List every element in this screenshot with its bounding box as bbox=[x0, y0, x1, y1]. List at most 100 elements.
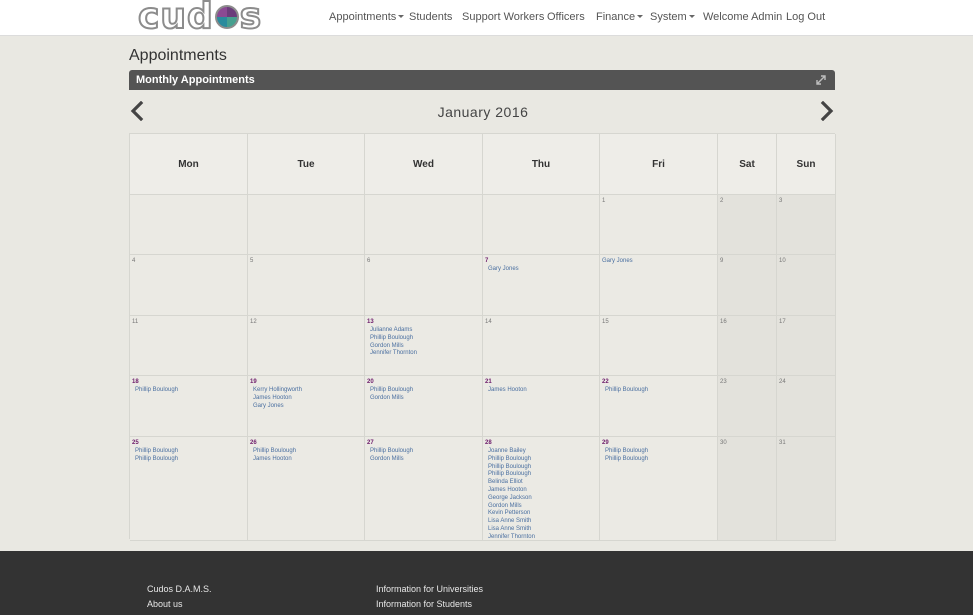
appointment-link[interactable]: Phillip Boulough bbox=[602, 456, 715, 464]
appointment-link[interactable]: Gordon Mills bbox=[367, 343, 480, 351]
footer-link-students[interactable]: Information for Students bbox=[376, 599, 472, 609]
calendar-day-cell[interactable]: 14 bbox=[483, 316, 600, 376]
appointment-link[interactable]: Gary Jones bbox=[602, 258, 633, 266]
day-number: 16 bbox=[720, 319, 727, 325]
day-number bbox=[132, 198, 245, 206]
calendar-day-cell[interactable]: 25 Phillip Boulough Phillip Boulough bbox=[130, 437, 248, 541]
footer-link-cudos-dams[interactable]: Cudos D.A.M.S. bbox=[147, 584, 212, 594]
weekday-header: Sun bbox=[777, 134, 836, 195]
nav-support-workers[interactable]: Support Workers bbox=[462, 11, 544, 23]
calendar-day-cell[interactable] bbox=[248, 195, 365, 255]
appointment-link[interactable]: Phillip Boulough bbox=[132, 456, 245, 464]
appointment-link[interactable]: Phillip Boulough bbox=[485, 456, 597, 464]
footer-link-universities[interactable]: Information for Universities bbox=[376, 584, 483, 594]
appointment-link[interactable]: George Jackson bbox=[485, 495, 597, 503]
nav-finance[interactable]: Finance bbox=[596, 11, 644, 23]
appointment-link[interactable]: Jennifer Thornton bbox=[485, 534, 597, 540]
calendar-day-cell[interactable]: Gary Jones bbox=[600, 255, 718, 316]
calendar-day-cell[interactable]: 29 Phillip Boulough Phillip Boulough bbox=[600, 437, 718, 541]
calendar-day-cell[interactable]: 16 bbox=[718, 316, 777, 376]
calendar-day-cell[interactable]: 19 Kerry Hollingworth James Hooton Gary Jon… bbox=[248, 376, 365, 437]
nav-students[interactable]: Students bbox=[409, 11, 452, 23]
nav-system-label: System bbox=[650, 11, 687, 23]
appointment-link[interactable]: Phillip Boulough bbox=[367, 387, 480, 395]
appointment-link[interactable]: James Hooton bbox=[485, 387, 597, 395]
appointment-link[interactable]: Jennifer Thornton bbox=[367, 350, 480, 358]
appointment-link[interactable]: Kerry Hollingworth bbox=[250, 387, 362, 395]
appointment-link[interactable]: Joanne Bailey bbox=[485, 448, 597, 456]
calendar-day-cell[interactable]: 31 bbox=[777, 437, 836, 541]
logo-text-left: cud bbox=[137, 0, 214, 37]
appointment-link[interactable]: Phillip Boulough bbox=[132, 387, 245, 395]
calendar-day-cell[interactable]: 21 James Hooton bbox=[483, 376, 600, 437]
appointment-link[interactable]: Belinda Elliot bbox=[485, 479, 597, 487]
calendar-day-cell[interactable] bbox=[483, 195, 600, 255]
calendar-day-cell[interactable]: 10 bbox=[777, 255, 836, 316]
cudos-logo[interactable]: cud s bbox=[137, 0, 263, 37]
calendar-day-cell[interactable]: 24 bbox=[777, 376, 836, 437]
nav-system[interactable]: System bbox=[650, 11, 695, 23]
appointment-link[interactable]: Gordon Mills bbox=[485, 503, 597, 511]
calendar-day-cell[interactable]: 5 bbox=[248, 255, 365, 316]
calendar-day-cell[interactable]: 13 Julianne Adams Phillip Boulough Gordon M… bbox=[365, 316, 483, 376]
calendar-day-cell[interactable]: 6 bbox=[365, 255, 483, 316]
calendar-day-cell[interactable]: 26 Phillip Boulough James Hooton bbox=[248, 437, 365, 541]
appointment-link[interactable]: Phillip Boulough bbox=[250, 448, 362, 456]
appointment-link[interactable]: James Hooton bbox=[485, 487, 597, 495]
appointment-link[interactable]: Lisa Anne Smith bbox=[485, 526, 597, 534]
weekday-header: Fri bbox=[600, 134, 718, 195]
day-number: 19 bbox=[250, 379, 257, 385]
calendar-day-cell[interactable]: 30 bbox=[718, 437, 777, 541]
next-month-chevron-right-icon[interactable] bbox=[819, 101, 835, 121]
nav-log-out[interactable]: Log Out bbox=[786, 11, 825, 23]
footer-link-about-us[interactable]: About us bbox=[147, 599, 183, 609]
expand-icon[interactable] bbox=[815, 74, 827, 86]
appointment-link[interactable]: Phillip Boulough bbox=[367, 448, 480, 456]
appointment-link[interactable]: Gary Jones bbox=[250, 403, 362, 411]
appointment-link[interactable]: James Hooton bbox=[250, 456, 362, 464]
calendar-day-cell[interactable]: 15 bbox=[600, 316, 718, 376]
appointment-link[interactable]: Phillip Boulough bbox=[485, 471, 597, 479]
day-number: 7 bbox=[485, 258, 489, 264]
appointment-link[interactable]: Gordon Mills bbox=[367, 395, 480, 403]
calendar-day-cell[interactable]: 18 Phillip Boulough bbox=[130, 376, 248, 437]
day-number: 10 bbox=[779, 258, 786, 264]
prev-month-chevron-left-icon[interactable] bbox=[129, 101, 145, 121]
calendar-day-cell[interactable] bbox=[365, 195, 483, 255]
calendar-day-cell[interactable] bbox=[130, 195, 248, 255]
calendar-day-cell[interactable]: 22 Phillip Boulough bbox=[600, 376, 718, 437]
appointment-link[interactable]: Gordon Mills bbox=[367, 456, 480, 464]
appointment-link[interactable]: Phillip Boulough bbox=[602, 387, 715, 395]
calendar-day-cell[interactable]: 17 bbox=[777, 316, 836, 376]
logo-text-right: s bbox=[239, 0, 263, 37]
appointment-link[interactable]: Phillip Boulough bbox=[602, 448, 715, 456]
appointment-link[interactable]: Phillip Boulough bbox=[132, 448, 245, 456]
appointment-link[interactable]: Kevin Petterson bbox=[485, 510, 597, 518]
day-number: 26 bbox=[250, 440, 257, 446]
calendar-day-cell[interactable]: 1 bbox=[600, 195, 718, 255]
calendar-day-cell[interactable]: 11 bbox=[130, 316, 248, 376]
day-number: 23 bbox=[720, 379, 727, 385]
calendar-day-cell[interactable]: 9 bbox=[718, 255, 777, 316]
appointment-link[interactable]: Lisa Anne Smith bbox=[485, 518, 597, 526]
calendar-day-cell[interactable]: 4 bbox=[130, 255, 248, 316]
calendar-day-cell[interactable]: 3 bbox=[777, 195, 836, 255]
appointment-link[interactable]: Phillip Boulough bbox=[485, 464, 597, 472]
calendar-day-cell[interactable]: 23 bbox=[718, 376, 777, 437]
calendar-day-cell[interactable]: 12 bbox=[248, 316, 365, 376]
appointment-link[interactable]: Julianne Adams bbox=[367, 327, 480, 335]
day-number: 3 bbox=[779, 198, 783, 204]
appointment-link[interactable]: James Hooton bbox=[250, 395, 362, 403]
nav-appointments[interactable]: Appointments bbox=[329, 11, 405, 23]
nav-welcome-admin[interactable]: Welcome Admin bbox=[703, 11, 782, 23]
appointment-link[interactable]: Gary Jones bbox=[485, 266, 597, 274]
calendar-day-cell[interactable]: 27 Phillip Boulough Gordon Mills bbox=[365, 437, 483, 541]
calendar-day-cell[interactable]: 7 Gary Jones bbox=[483, 255, 600, 316]
logo-globe-icon bbox=[214, 5, 239, 29]
nav-officers[interactable]: Officers bbox=[547, 11, 585, 23]
appointment-link[interactable]: Phillip Boulough bbox=[367, 335, 480, 343]
calendar-day-cell[interactable]: 20 Phillip Boulough Gordon Mills bbox=[365, 376, 483, 437]
day-number: 29 bbox=[602, 440, 609, 446]
calendar-day-cell[interactable]: 28 Joanne Bailey Phillip Boulough Phillip B… bbox=[483, 437, 600, 541]
calendar-day-cell[interactable]: 2 bbox=[718, 195, 777, 255]
